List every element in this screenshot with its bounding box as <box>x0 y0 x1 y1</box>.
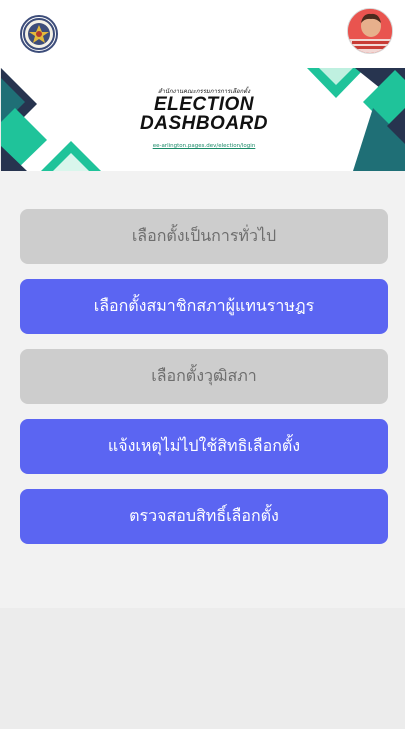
report-absence-button[interactable]: แจ้งเหตุไม่ไปใช้สิทธิเลือกตั้ง <box>20 419 388 474</box>
banner-title-line2: DASHBOARD <box>140 113 268 134</box>
check-voting-rights-button[interactable]: ตรวจสอบสิทธิ์เลือกตั้ง <box>20 489 388 544</box>
user-avatar[interactable] <box>347 8 393 54</box>
general-election-button[interactable]: เลือกตั้งเป็นการทั่วไป <box>20 209 388 264</box>
banner-title-line1: ELECTION <box>153 94 255 115</box>
agency-seal-icon[interactable] <box>20 15 58 53</box>
menu-panel: เลือกตั้งเป็นการทั่วไป เลือกตั้งสมาชิกสภ… <box>0 171 405 608</box>
senate-election-button[interactable]: เลือกตั้งวุฒิสภา <box>20 349 388 404</box>
house-representatives-election-button[interactable]: เลือกตั้งสมาชิกสภาผู้แทนราษฎร <box>20 279 388 334</box>
banner-url[interactable]: ee-arlington.pages.dev/election/login <box>101 143 307 149</box>
top-bar <box>0 0 405 68</box>
election-banner: สำนักงานคณะกรรมการการเลือกตั้ง ELECTION … <box>1 68 405 171</box>
